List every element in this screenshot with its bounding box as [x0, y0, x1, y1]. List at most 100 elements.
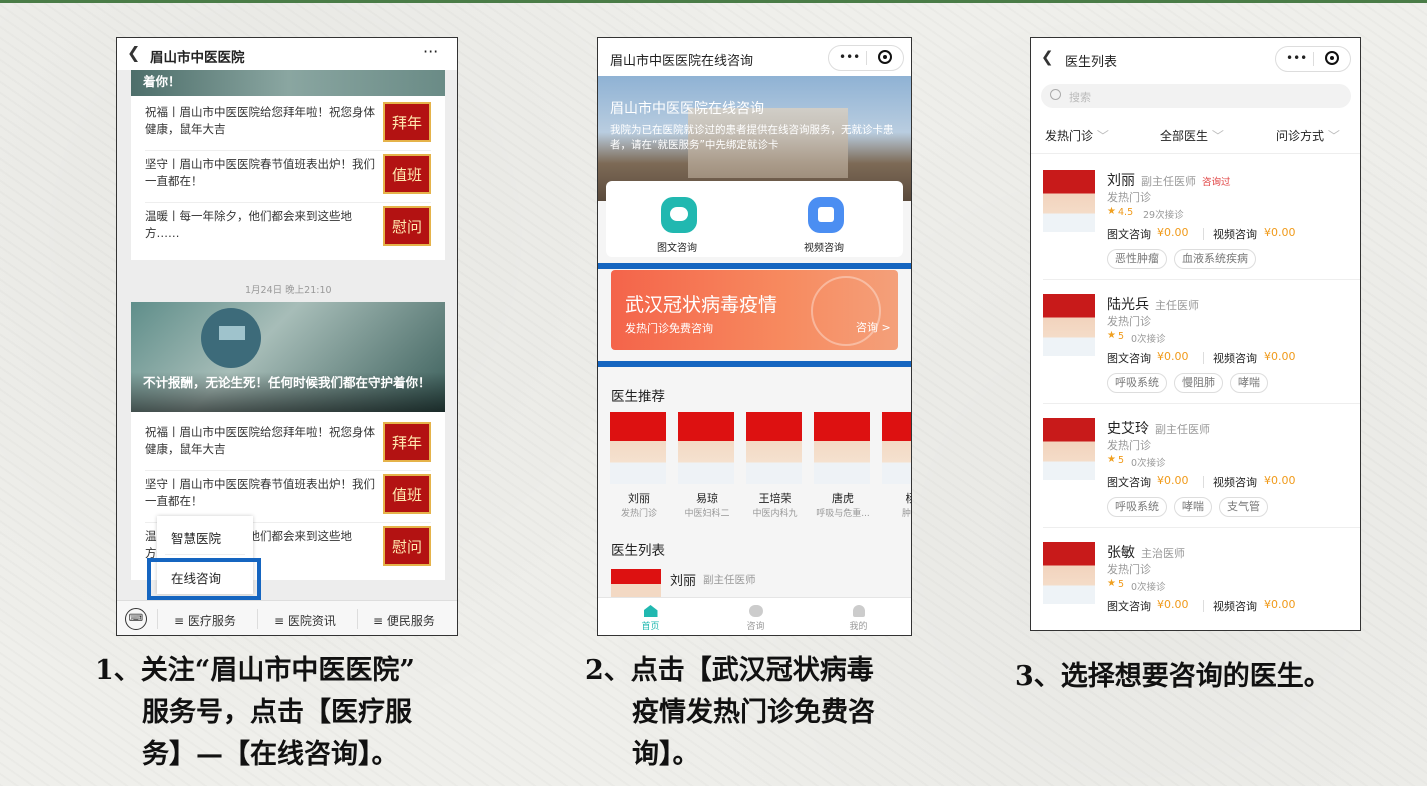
recommended-doctors: 刘丽发热门诊易琼中医妇科二王培荣中医内科九唐虎呼吸与危重...杨肿瘤: [598, 412, 911, 522]
doctor-rating: 5: [1118, 455, 1125, 466]
back-icon[interactable]: ❮: [1041, 48, 1054, 66]
timestamp: 1月24日 晚上21:10: [245, 285, 332, 296]
article-thumbnail[interactable]: 拜年: [383, 102, 431, 142]
article-thumbnail[interactable]: 值班: [383, 474, 431, 514]
doctor-title: 副主任医师: [1155, 423, 1210, 436]
doctor-photo: [678, 412, 734, 484]
consult-count: 0次接诊: [1131, 334, 1166, 345]
filter-consult-mode[interactable]: 问诊方式 ﹀: [1276, 127, 1340, 144]
article-title[interactable]: 坚守丨眉山市中医医院春节值班表出炉！我们一直都在！: [145, 156, 375, 190]
divider: [145, 202, 431, 203]
tab-consult[interactable]: 咨询: [703, 598, 808, 632]
doctor-photo: [746, 412, 802, 484]
tab-home[interactable]: 首页: [598, 598, 703, 632]
banner-title: 眉山市中医医院在线咨询: [610, 101, 764, 117]
doctor-card[interactable]: 张敏 主治医师 发热门诊 ★ 5 0次接诊 图文咨询 ¥0.00 视频咨询 ¥0.00: [1043, 528, 1360, 630]
article-title[interactable]: 祝福丨眉山市中医医院给您拜年啦！祝您身体健康，鼠年大吉: [145, 104, 375, 138]
text-consult-icon[interactable]: [661, 197, 697, 233]
specialty-tag: 恶性肿瘤: [1107, 249, 1167, 269]
specialty-tag: 支气管: [1219, 497, 1268, 517]
video-consult-label: 视频咨询: [1213, 352, 1257, 365]
article-thumbnail[interactable]: 慰问: [383, 526, 431, 566]
keyboard-icon[interactable]: ⌨: [125, 608, 147, 630]
doctor-dept: 发热门诊: [1107, 439, 1151, 452]
article-thumbnail[interactable]: 拜年: [383, 422, 431, 462]
highlight-box: [147, 558, 261, 600]
text-consult-label: 图文咨询: [1107, 476, 1151, 489]
doctor-name[interactable]: 刘丽: [670, 570, 696, 589]
consult-count: 29次接诊: [1143, 210, 1184, 221]
menu-hospital-news[interactable]: ≡ 医院资讯: [274, 612, 336, 629]
star-icon: ★: [1107, 454, 1116, 465]
tab-bar: 首页 咨询 我的: [598, 597, 911, 635]
text-consult-price: ¥0.00: [1157, 598, 1189, 611]
video-consult-price: ¥0.00: [1264, 226, 1296, 239]
text-consult-price: ¥0.00: [1157, 350, 1189, 363]
more-icon[interactable]: •••: [1286, 51, 1307, 65]
doctor-card[interactable]: 陆光兵 主任医师 发热门诊 ★ 5 0次接诊 图文咨询 ¥0.00 视频咨询 ¥0.00 呼吸系统慢…: [1043, 280, 1360, 404]
doctor-rating: 5: [1118, 331, 1125, 342]
close-miniprogram-icon[interactable]: [1325, 51, 1339, 65]
doctor-photo: [1043, 294, 1095, 356]
doctor-name: 王培荣: [758, 492, 792, 505]
highlight-box: [598, 263, 911, 367]
doctor-photo: [1043, 542, 1095, 604]
search-input[interactable]: 搜索: [1041, 84, 1351, 108]
video-consult-icon[interactable]: [808, 197, 844, 233]
article-title[interactable]: 祝福丨眉山市中医医院给您拜年啦！祝您身体健康，鼠年大吉: [145, 424, 375, 458]
doctor-card[interactable]: 刘丽 副主任医师 咨询过 发热门诊 ★ 4.5 29次接诊 图文咨询 ¥0.00 视频咨询 ¥0.0…: [1043, 156, 1360, 280]
recommended-doctor-card[interactable]: 唐虎 呼吸与危重...: [814, 412, 872, 522]
filter-doctors[interactable]: 全部医生 ﹀: [1160, 127, 1224, 144]
submenu-item-smart-hospital[interactable]: 智慧医院: [171, 528, 221, 547]
doctor-name: 易琼: [696, 492, 718, 505]
doctor-photo: [882, 412, 911, 484]
menu-medical-service[interactable]: ≡ 医疗服务: [174, 612, 236, 629]
doctor-photo: [1043, 418, 1095, 480]
phone-doctor-list: ❮ 医生列表 ••• 搜索 发热门诊 ﹀ 全部医生 ﹀ 问诊方式 ﹀ 刘丽 副主任…: [1030, 37, 1361, 631]
consult-count: 0次接诊: [1131, 582, 1166, 593]
article-thumbnail[interactable]: 慰问: [383, 206, 431, 246]
article-title[interactable]: 温暖丨每一年除夕，他们都会来到这些地方……: [145, 208, 375, 242]
doctor-title: 主任医师: [1155, 299, 1199, 312]
close-miniprogram-icon[interactable]: [878, 50, 892, 64]
doctor-title: 副主任医师: [1141, 175, 1196, 188]
text-consult-label: 图文咨询: [1107, 352, 1151, 365]
doctor-dept: 中医内科九: [752, 509, 798, 519]
consulted-flag: 咨询过: [1202, 177, 1231, 188]
mask: [219, 326, 245, 340]
doctor-card[interactable]: 史艾玲 副主任医师 发热门诊 ★ 5 0次接诊 图文咨询 ¥0.00 视频咨询 ¥0.00 呼吸系统…: [1043, 404, 1360, 528]
doctor-dept: 发热门诊: [1107, 191, 1151, 204]
page-title: 眉山市中医医院: [150, 50, 245, 66]
caption-step3: 3、选择想要咨询的医生。: [1015, 661, 1331, 692]
nav-bar: 眉山市中医医院在线咨询 •••: [598, 38, 911, 76]
filter-department[interactable]: 发热门诊 ﹀: [1045, 127, 1109, 144]
video-consult-label: 视频咨询: [1213, 228, 1257, 241]
article-thumbnail[interactable]: 值班: [383, 154, 431, 194]
recommended-doctor-card[interactable]: 杨肿瘤: [882, 412, 911, 522]
recommended-doctor-card[interactable]: 刘丽 发热门诊: [610, 412, 668, 522]
card-image-caption: 不计报酬，无论生死！任何时候我们都在守护着你！: [143, 375, 431, 390]
caption-step1: 1、关注“眉山市中医医院” 服务号，点击【医疗服 务】—【在线咨询】。: [95, 655, 415, 770]
specialty-tag: 慢阻肺: [1174, 373, 1223, 393]
capsule-menu: •••: [1275, 46, 1351, 72]
more-icon[interactable]: •••: [839, 50, 860, 64]
menu-public-service[interactable]: ≡ 便民服务: [373, 612, 435, 629]
doctor-dept: 肿瘤: [901, 509, 911, 519]
specialty-tag: 呼吸系统: [1107, 373, 1167, 393]
doctor-title: 副主任医师: [703, 574, 756, 586]
video-consult-label[interactable]: 视频咨询: [804, 239, 844, 254]
divider: [145, 150, 431, 151]
back-icon[interactable]: ❮: [127, 43, 140, 62]
recommended-heading: 医生推荐: [611, 389, 665, 405]
recommended-doctor-card[interactable]: 易琼 中医妇科二: [678, 412, 736, 522]
text-consult-label[interactable]: 图文咨询: [657, 239, 697, 254]
text-consult-label: 图文咨询: [1107, 600, 1151, 613]
article-title[interactable]: 坚守丨眉山市中医医院春节值班表出炉！我们一直都在！: [145, 476, 375, 510]
doctor-dept: 中医妇科二: [684, 509, 730, 519]
doctor-name: 刘丽: [1107, 173, 1135, 189]
page-title: 医生列表: [1065, 55, 1118, 70]
recommended-doctor-card[interactable]: 王培荣 中医内科九: [746, 412, 804, 522]
star-icon: ★: [1107, 330, 1116, 341]
tab-mine[interactable]: 我的: [806, 598, 911, 632]
more-icon[interactable]: ···: [423, 42, 438, 61]
